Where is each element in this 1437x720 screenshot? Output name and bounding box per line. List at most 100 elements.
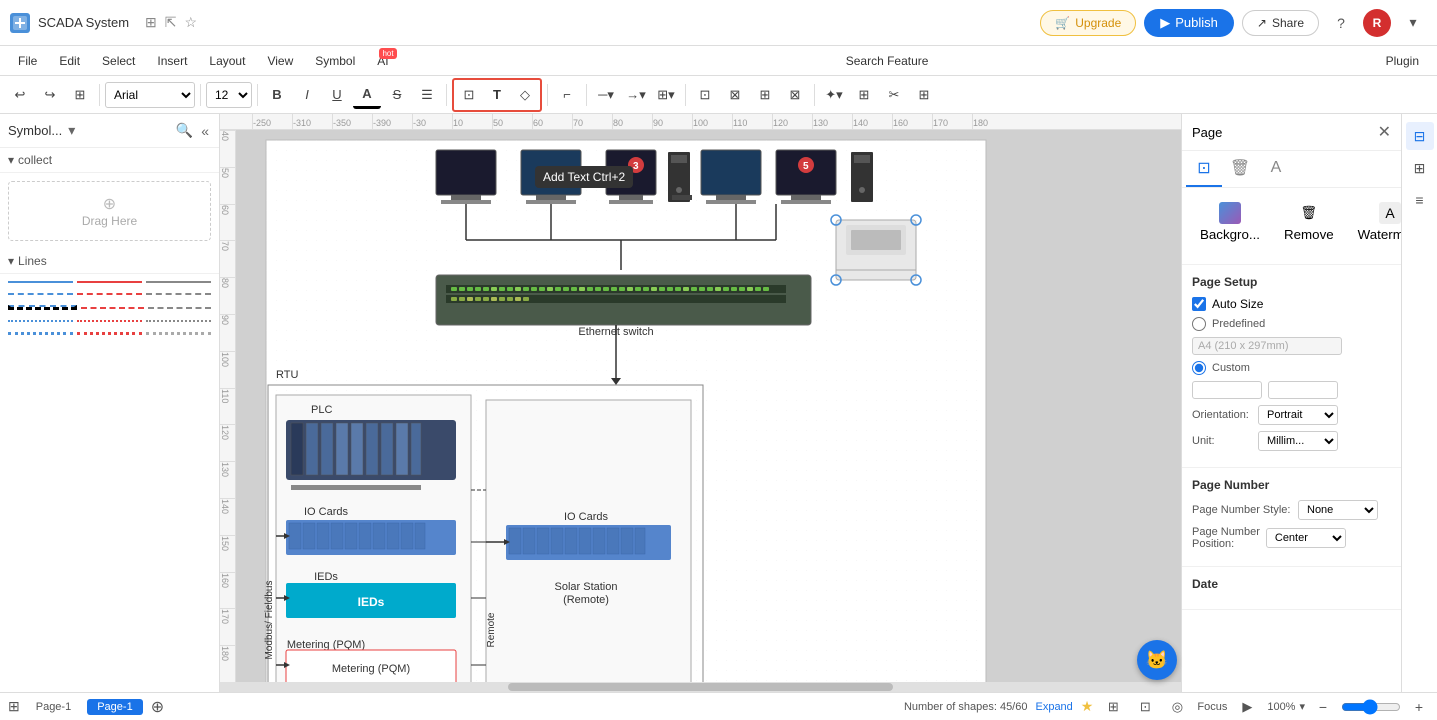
zoom-dropdown-icon[interactable]: ▾ — [1299, 700, 1305, 713]
align-button[interactable]: ☰ — [413, 81, 441, 109]
waypoint-button[interactable]: ⊞ — [751, 81, 779, 109]
line-red-dotted[interactable] — [77, 320, 142, 322]
publish-button[interactable]: ▶ Publish — [1144, 9, 1234, 37]
rp-tab-trash[interactable]: 🗑 — [1222, 151, 1258, 187]
line-red-dashed2[interactable] — [81, 307, 144, 309]
crop-button[interactable]: ⊠ — [721, 81, 749, 109]
page-tab-active[interactable]: Page-1 — [87, 699, 142, 715]
line-gray-dashed2[interactable] — [148, 307, 211, 309]
window-icon-tile[interactable]: ⊞ — [145, 14, 157, 31]
lock-button[interactable]: ⊞ — [850, 81, 878, 109]
line-blue-solid[interactable] — [8, 281, 73, 283]
zoom-out-btn[interactable]: − — [1313, 697, 1333, 717]
play-btn[interactable]: ▶ — [1235, 695, 1259, 719]
menu-layout[interactable]: Layout — [199, 50, 255, 72]
edit-button[interactable]: ⊠ — [781, 81, 809, 109]
unlink-button[interactable]: ✂ — [880, 81, 908, 109]
expand-button[interactable]: Expand — [1035, 701, 1072, 713]
collect-section-header[interactable]: ▾ collect — [0, 148, 219, 173]
canvas-scrollbar[interactable] — [220, 682, 1181, 692]
undo-button[interactable]: ↩ — [6, 81, 34, 109]
font-color-button[interactable]: A — [353, 81, 381, 109]
line-gray-dotted[interactable] — [146, 320, 211, 322]
italic-button[interactable]: I — [293, 81, 321, 109]
layers-status-btn[interactable]: ⊞ — [1101, 695, 1125, 719]
font-family-select[interactable]: Arial — [105, 82, 195, 108]
rp-tab-text[interactable]: A — [1258, 151, 1294, 187]
orientation-select[interactable]: Portrait Landscape — [1258, 405, 1338, 425]
page-view-button[interactable]: ⊞ — [66, 81, 94, 109]
watermark-button[interactable]: A Watermark — [1350, 198, 1401, 246]
line-red-solid[interactable] — [77, 281, 142, 283]
custom-radio[interactable] — [1192, 361, 1206, 375]
zoom-slider[interactable] — [1341, 699, 1401, 715]
help-button[interactable]: ? — [1327, 9, 1355, 37]
page-tab-number[interactable]: Page-1 — [28, 699, 79, 715]
window-icon-expand[interactable]: ⇱ — [165, 14, 177, 31]
effect-button[interactable]: ✦▾ — [820, 81, 848, 109]
zoom-in-btn[interactable]: + — [1409, 697, 1429, 717]
sidebar-search-button[interactable]: 🔍 — [174, 120, 195, 141]
line-blue-dashed2[interactable] — [8, 305, 77, 310]
list-icon-btn[interactable]: ≡ — [1406, 186, 1434, 214]
page-view-toggle[interactable]: ⊞ — [8, 698, 20, 715]
right-panel-close-button[interactable]: ✕ — [1378, 122, 1391, 142]
line-blue-dotted2[interactable] — [8, 332, 73, 335]
predefined-input[interactable] — [1192, 337, 1342, 355]
menu-insert[interactable]: Insert — [147, 50, 197, 72]
redo-button[interactable]: ↪ — [36, 81, 64, 109]
connector-button[interactable]: ⊞▾ — [652, 81, 680, 109]
predefined-radio[interactable] — [1192, 317, 1206, 331]
menu-file[interactable]: File — [8, 50, 47, 72]
properties-icon-btn[interactable]: ⊟ — [1406, 122, 1434, 150]
background-button[interactable]: Backgro... — [1192, 198, 1268, 246]
fit-view-btn[interactable]: ⊡ — [1133, 695, 1157, 719]
page-number-position-select[interactable]: Center Left Right — [1266, 528, 1346, 548]
fill-tool-button[interactable]: ◇ — [511, 81, 539, 109]
line-gray-dotted2[interactable] — [146, 332, 211, 335]
table-button[interactable]: ⊞ — [910, 81, 938, 109]
canvas-scrollbar-thumb[interactable] — [508, 683, 892, 691]
underline-button[interactable]: U — [323, 81, 351, 109]
upgrade-button[interactable]: 🛒 Upgrade — [1040, 10, 1136, 36]
arrow-style-button[interactable]: →▾ — [622, 81, 650, 109]
layers-icon-btn[interactable]: ⊞ — [1406, 154, 1434, 182]
menu-plugin[interactable]: Plugin — [1376, 50, 1429, 72]
line-blue-dashed[interactable] — [8, 293, 73, 295]
dropdown-button[interactable]: ▾ — [1399, 9, 1427, 37]
menu-search[interactable]: Search Feature — [401, 50, 1374, 72]
line-red-dotted2[interactable] — [77, 332, 142, 335]
sidebar-dropdown-button[interactable]: ▾ — [66, 120, 77, 141]
lines-section-header[interactable]: ▾ Lines — [0, 249, 219, 274]
drag-here-area[interactable]: ⊕ Drag Here — [8, 181, 211, 241]
line-gray-solid[interactable] — [146, 281, 211, 283]
sidebar-collapse-button[interactable]: « — [199, 120, 211, 141]
text-tool-button[interactable]: T — [483, 81, 511, 109]
line-gray-dashed[interactable] — [146, 293, 211, 295]
line-red-dashed[interactable] — [77, 293, 142, 295]
unit-select[interactable]: Millim... Pixels Inches — [1258, 431, 1338, 451]
shape-tool-button[interactable]: ⊡ — [455, 81, 483, 109]
menu-ai[interactable]: AI hot — [367, 50, 398, 72]
menu-view[interactable]: View — [257, 50, 303, 72]
share-button[interactable]: ↗ Share — [1242, 10, 1319, 36]
arrow-tool-button[interactable]: ⌐ — [553, 81, 581, 109]
font-size-select[interactable]: 12 — [206, 82, 252, 108]
add-page-button[interactable]: ⊕ — [151, 697, 164, 717]
line-style-button[interactable]: ─▾ — [592, 81, 620, 109]
height-input[interactable]: 195.792 — [1268, 381, 1338, 399]
menu-select[interactable]: Select — [92, 50, 145, 72]
menu-symbol[interactable]: Symbol — [305, 50, 365, 72]
bold-button[interactable]: B — [263, 81, 291, 109]
chat-assistant-button[interactable]: 🐱 — [1137, 640, 1177, 680]
user-avatar[interactable]: R — [1363, 9, 1391, 37]
page-number-style-select[interactable]: None Arabic Roman — [1298, 500, 1378, 520]
width-input[interactable]: 157.956 — [1192, 381, 1262, 399]
shape-select-button[interactable]: ⊡ — [691, 81, 719, 109]
menu-edit[interactable]: Edit — [49, 50, 90, 72]
strikethrough-button[interactable]: S — [383, 81, 411, 109]
canvas[interactable]: 3 5 — [236, 130, 1181, 682]
window-icon-star[interactable]: ☆ — [185, 14, 198, 31]
auto-size-checkbox[interactable] — [1192, 297, 1206, 311]
line-blue-dotted[interactable] — [8, 320, 73, 322]
